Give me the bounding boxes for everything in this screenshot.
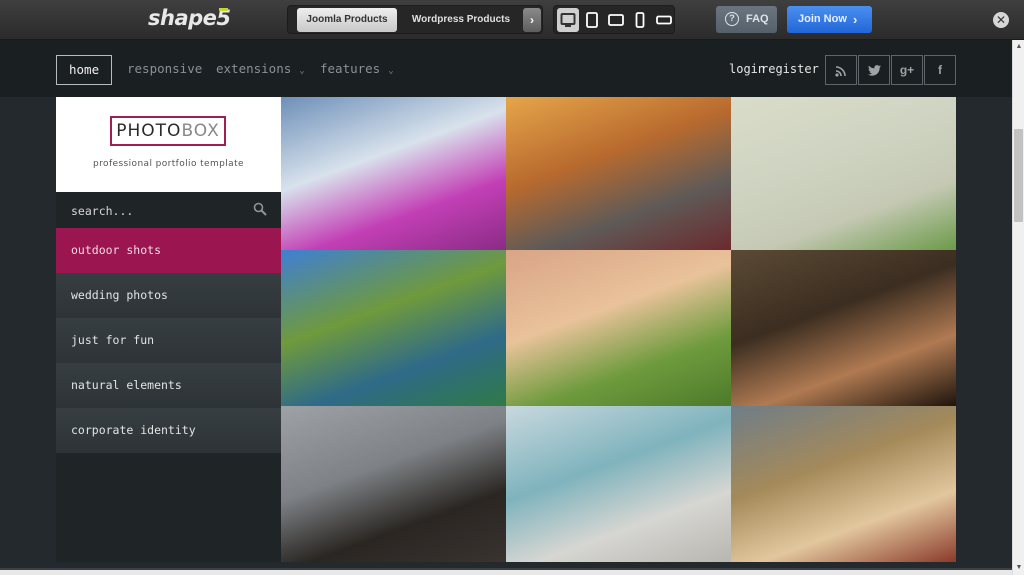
twitter-icon (867, 65, 881, 76)
nav-item-extensions[interactable]: extensions ⌄ (216, 55, 305, 85)
brand-accent-text: 5 (216, 6, 231, 30)
logo-light-text: BOX (181, 121, 220, 141)
desktop-view-button[interactable] (557, 8, 579, 32)
tablet-landscape-view-button[interactable] (605, 8, 627, 32)
tablet-portrait-icon (586, 12, 598, 28)
join-now-button[interactable]: Join Now › (787, 6, 872, 33)
tablet-portrait-view-button[interactable] (581, 8, 603, 32)
gallery-photo[interactable] (731, 406, 956, 562)
site-tagline: professional portfolio template (93, 159, 244, 169)
chevron-down-icon: ⌄ (388, 66, 394, 76)
product-switcher: Joomla Products Wordpress Products › (287, 5, 543, 34)
site-navigation: home responsive extensions ⌄ features ⌄ lo… (0, 40, 1012, 97)
scrollbar-thumb[interactable] (1014, 128, 1023, 222)
gallery-photo[interactable] (281, 97, 506, 250)
phone-portrait-view-button[interactable] (629, 8, 651, 32)
rss-button[interactable] (825, 55, 857, 85)
google-plus-icon: g+ (899, 63, 915, 77)
wordpress-products-tab[interactable]: Wordpress Products (401, 8, 521, 32)
gallery-photo[interactable] (506, 250, 731, 406)
search-icon[interactable] (253, 202, 267, 216)
logo-dark-text: PHOTO (116, 121, 182, 141)
monitor-icon (560, 13, 576, 27)
gallery-photo[interactable] (281, 406, 506, 562)
search-input[interactable] (71, 201, 241, 221)
photo-gallery-grid (281, 97, 956, 562)
gallery-photo[interactable] (506, 97, 731, 250)
join-now-label: Join Now (798, 13, 847, 25)
gallery-photo[interactable] (281, 250, 506, 406)
scroll-up-arrow-icon[interactable]: ▲ (1013, 40, 1024, 54)
sidebar: PHOTOBOX professional portfolio template… (56, 97, 281, 562)
category-outdoor-shots[interactable]: outdoor shots (56, 228, 281, 273)
page-bottom-edge (0, 568, 1012, 575)
nav-label: extensions (216, 61, 292, 76)
facebook-icon: f (938, 63, 942, 77)
tablet-landscape-icon (608, 14, 624, 26)
register-link[interactable]: register (761, 55, 819, 85)
facebook-button[interactable]: f (924, 55, 956, 85)
google-plus-button[interactable]: g+ (891, 55, 923, 85)
nav-label: responsive (127, 61, 203, 76)
category-corporate-identity[interactable]: corporate identity (56, 408, 281, 453)
scroll-down-arrow-icon[interactable]: ▼ (1013, 561, 1024, 575)
photobox-logo[interactable]: PHOTOBOX (110, 116, 226, 146)
phone-landscape-view-button[interactable] (653, 8, 675, 32)
vertical-scrollbar[interactable]: ▲ ▼ (1012, 40, 1024, 575)
login-link[interactable]: login (729, 55, 765, 85)
nav-item-features[interactable]: features ⌄ (320, 55, 394, 85)
nav-item-home[interactable]: home (56, 55, 113, 85)
device-preview-switcher (553, 5, 675, 34)
phone-portrait-icon (635, 12, 645, 28)
search-box (56, 193, 281, 229)
nav-label: home (69, 62, 100, 77)
photobox-logo-panel: PHOTOBOX professional portfolio template (56, 97, 281, 192)
rss-icon (835, 66, 846, 77)
nav-item-responsive[interactable]: responsive (127, 55, 202, 85)
twitter-button[interactable] (858, 55, 890, 85)
category-just-for-fun[interactable]: just for fun (56, 318, 281, 363)
close-icon[interactable]: ✕ (993, 12, 1009, 28)
joomla-products-tab[interactable]: Joomla Products (297, 8, 397, 32)
category-wedding-photos[interactable]: wedding photos (56, 273, 281, 318)
chevron-down-icon: ⌄ (299, 66, 305, 76)
chevron-right-icon: › (853, 12, 858, 27)
question-circle-icon: ? (725, 12, 739, 26)
gallery-photo[interactable] (506, 406, 731, 562)
shape5-logo[interactable]: shape5 (148, 6, 231, 30)
gallery-photo[interactable] (731, 250, 956, 406)
brand-main-text: shape (148, 6, 217, 30)
nav-label: features (320, 61, 381, 76)
faq-label: FAQ (746, 13, 769, 25)
demo-top-bar: shape5 Joomla Products Wordpress Product… (0, 0, 1024, 40)
category-natural-elements[interactable]: natural elements (56, 363, 281, 408)
gallery-photo[interactable] (731, 97, 956, 250)
chevron-right-icon[interactable]: › (523, 8, 541, 32)
faq-button[interactable]: ? FAQ (716, 6, 777, 33)
phone-landscape-icon (656, 15, 672, 25)
